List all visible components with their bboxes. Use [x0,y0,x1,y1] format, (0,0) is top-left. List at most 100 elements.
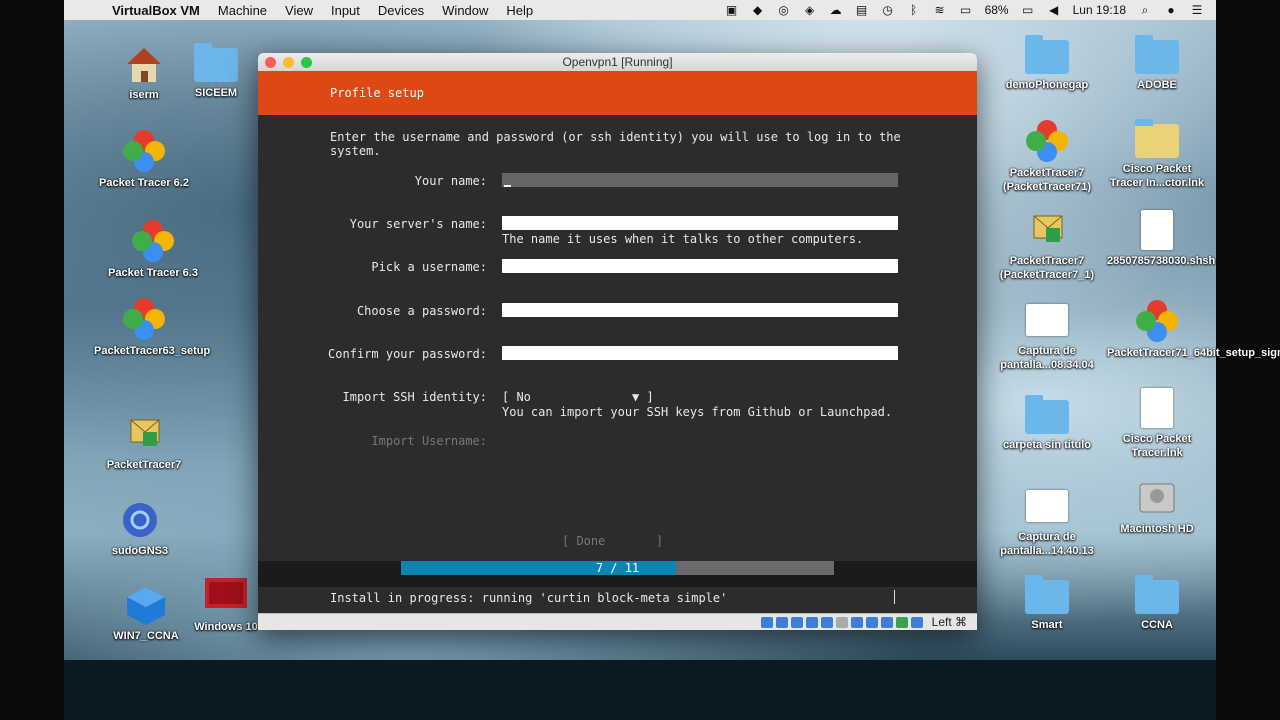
vm-statusbar: Left ⌘ [258,613,977,630]
mouse-integration-icon[interactable] [895,616,908,628]
app-menu[interactable]: VirtualBox VM [112,3,200,18]
network-icon[interactable] [805,616,818,628]
time-machine-icon[interactable]: ◷ [881,4,895,16]
desktop-icon-demophonegap[interactable]: demoPhonegap [997,35,1097,92]
confirm-password-field[interactable] [502,346,898,360]
desktop-icon-captura-2[interactable]: Captura de pantalla...14.40.13 [997,486,1097,558]
desktop-icon-label: Cisco Packet Tracer In...ctor.lnk [1109,163,1205,189]
done-button[interactable]: [ Done ] [562,534,663,548]
packet-tracer-icon [123,130,165,172]
screenshot-icon [1026,304,1068,336]
text-cursor [504,185,511,187]
progress-text: 7 / 11 [595,561,640,575]
menu-input[interactable]: Input [331,3,360,18]
shared-folders-icon[interactable] [835,616,848,628]
desktop-icon-packet-tracer-63[interactable]: Packet Tracer 6.3 [103,220,203,280]
your-name-label: Your name: [414,174,487,188]
desktop-icon-label: Captura de pantalla...08.34.04 [1000,345,1094,371]
letterbox-left [0,0,64,720]
username-field[interactable] [502,259,898,273]
menu-window[interactable]: Window [442,3,488,18]
clock[interactable]: Lun 19:18 [1073,3,1126,17]
diamond-icon[interactable]: ◈ [803,4,817,16]
desktop-icon-packet-tracer-62[interactable]: Packet Tracer 6.2 [94,130,194,190]
desktop-icon-adobe[interactable]: ADOBE [1107,35,1207,92]
folder-icon [1025,575,1069,614]
creative-cloud-icon[interactable]: ◎ [777,4,791,16]
desktop-icon-packettracer7[interactable]: PacketTracer7 [94,414,194,472]
optical-drive-icon[interactable] [775,616,788,628]
desktop-icon-packettracer71[interactable]: PacketTracer7 (PacketTracer71) [997,120,1097,194]
siri-icon[interactable]: ● [1164,4,1178,16]
your-name-field[interactable] [502,173,898,187]
parallels-icon [203,576,249,616]
zoom-window-icon[interactable] [301,57,312,68]
desktop-icon-smart[interactable]: Smart [997,575,1097,632]
bluetooth-icon[interactable]: ᛒ [907,4,921,16]
intro-text: Enter the username and password (or ssh … [330,130,901,158]
folder-icon [1135,575,1179,614]
desktop-icon-cisco-packet-tracer-lnk[interactable]: Cisco Packet Tracer In...ctor.lnk [1107,119,1207,190]
menu-machine[interactable]: Machine [218,3,267,18]
vm-console[interactable]: Profile setup Enter the username and pas… [258,71,977,613]
password-label: Choose a password: [356,304,487,318]
desktop-icon-packettracer63-setup[interactable]: PacketTracer63_setup [94,298,211,358]
desktop-icon-cisco-lnk[interactable]: Cisco Packet Tracer.lnk [1107,388,1207,460]
import-ssh-select[interactable]: [ No ▼ ] [502,390,654,404]
menu-devices[interactable]: Devices [378,3,424,18]
desktop-icon-label: sudoGNS3 [111,545,169,557]
usb-icon[interactable] [820,616,833,628]
username-label: Pick a username: [371,260,487,274]
desktop-icon-captura-1[interactable]: Captura de pantalla...08.34.04 [997,300,1097,372]
minimize-window-icon[interactable] [283,57,294,68]
desktop-icon-label: PacketTracer63_setup [94,345,211,357]
desktop-icon-packettracer71-setup[interactable]: PacketTracer71_64bit_setup_signed [1107,300,1280,360]
envelope-icon [1024,210,1070,250]
password-field[interactable] [502,303,898,317]
desktop-icon-sudogns3[interactable]: sudoGNS3 [90,500,190,558]
desktop-icon-packettracer7-1[interactable]: PacketTracer7 (PacketTracer7_1) [997,210,1097,282]
dock-area [64,660,1216,720]
confirm-password-label: Confirm your password: [328,347,487,361]
desktop-icon-macintosh-hd[interactable]: Macintosh HD [1107,478,1207,536]
wifi-icon[interactable]: ≋ [933,4,947,16]
airplay-icon[interactable]: ▭ [959,4,973,16]
virtualbox-icon [123,585,169,625]
storage-icon[interactable] [760,616,773,628]
audio-icon[interactable] [790,616,803,628]
menu-help[interactable]: Help [506,3,533,18]
server-name-label: Your server's name: [349,217,487,231]
cloud-icon[interactable]: ☁ [829,4,843,16]
battery-icon[interactable]: ▭ [1021,4,1035,16]
cpu-icon[interactable] [880,616,893,628]
desktop-icon-siceem[interactable]: SICEEM [166,43,266,100]
desktop-icon-ccna[interactable]: CCNA [1107,575,1207,632]
clipboard-icon[interactable]: ▤ [855,4,869,16]
camera-icon[interactable]: ▣ [725,4,739,16]
dropbox-icon[interactable]: ◆ [751,4,765,16]
close-window-icon[interactable] [265,57,276,68]
display-icon[interactable] [850,616,863,628]
window-titlebar[interactable]: Openvpn1 [Running] [258,53,977,71]
desktop-icon-label: CCNA [1141,619,1173,631]
document-icon [1141,388,1173,428]
desktop-icon-label: Macintosh HD [1120,523,1194,535]
document-icon [1141,210,1173,250]
battery-percent[interactable]: 68% [985,3,1009,17]
volume-icon[interactable]: ◀ [1047,4,1061,16]
folder-icon [194,43,238,82]
packet-tracer-icon [1026,120,1068,162]
desktop-icon-carpeta[interactable]: carpeta sin titulo [997,395,1097,452]
keyboard-icon[interactable] [910,616,923,628]
desktop-icon-shsh[interactable]: 2850785738030.shsh [1107,210,1215,268]
notification-center-icon[interactable]: ☰ [1190,4,1204,16]
progress-area: 7 / 11 [258,561,977,587]
server-name-field[interactable] [502,216,898,230]
window-title: Openvpn1 [Running] [562,55,673,69]
video-capture-icon[interactable] [865,616,878,628]
desktop-icon-label: PacketTracer7 (PacketTracer71) [1002,167,1092,193]
server-name-hint: The name it uses when it talks to other … [502,232,864,246]
menu-view[interactable]: View [285,3,313,18]
spotlight-search-icon[interactable]: ⌕ [1138,4,1152,16]
host-key-label[interactable]: Left ⌘ [932,615,967,629]
